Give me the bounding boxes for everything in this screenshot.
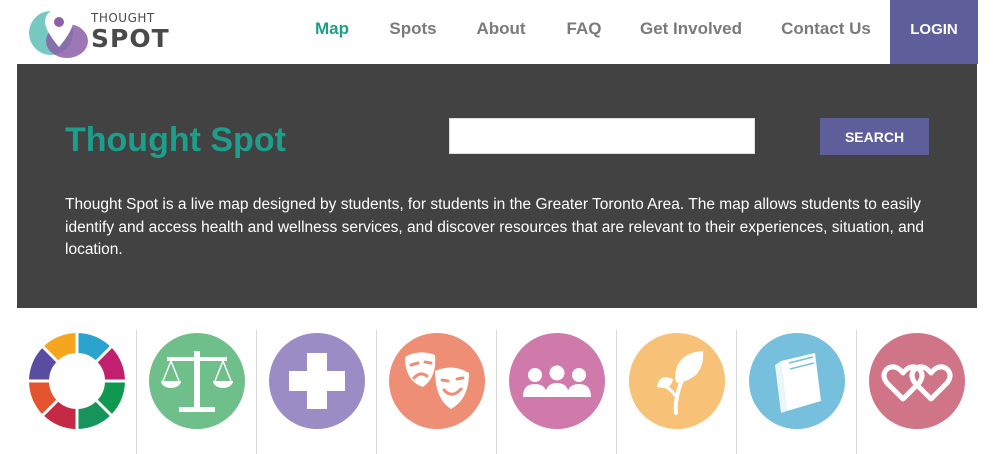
people-group-icon bbox=[509, 333, 605, 429]
leaf-sprout-icon bbox=[629, 333, 725, 429]
nav-faq[interactable]: FAQ bbox=[560, 0, 608, 64]
nav-map[interactable]: Map bbox=[294, 0, 370, 69]
scales-icon bbox=[149, 333, 245, 429]
medical-cross-icon bbox=[269, 333, 365, 429]
logo[interactable]: THOUGHT SPOT bbox=[28, 3, 170, 61]
category-arts[interactable] bbox=[377, 330, 497, 454]
logo-line2: SPOT bbox=[91, 24, 170, 53]
search-input[interactable] bbox=[449, 118, 755, 154]
search-button[interactable]: SEARCH bbox=[820, 118, 929, 155]
category-education[interactable] bbox=[737, 330, 857, 454]
book-icon bbox=[749, 333, 845, 429]
nav-contact-us[interactable]: Contact Us bbox=[774, 0, 878, 64]
category-community[interactable] bbox=[497, 330, 617, 454]
site-header: THOUGHT SPOT Map Spots About FAQ Get Inv… bbox=[0, 0, 1001, 69]
page-title: Thought Spot bbox=[65, 121, 286, 159]
category-all[interactable] bbox=[17, 330, 137, 454]
hero-panel: Thought Spot SEARCH Thought Spot is a li… bbox=[17, 64, 977, 308]
category-row bbox=[17, 330, 977, 454]
category-health[interactable] bbox=[257, 330, 377, 454]
login-button[interactable]: LOGIN bbox=[890, 0, 978, 64]
color-wheel-icon bbox=[29, 333, 125, 429]
nav-spots[interactable]: Spots bbox=[382, 0, 444, 64]
category-legal[interactable] bbox=[137, 330, 257, 454]
hearts-icon bbox=[869, 333, 965, 429]
logo-pin-icon bbox=[29, 9, 88, 58]
category-environment[interactable] bbox=[617, 330, 737, 454]
category-relationships[interactable] bbox=[857, 330, 977, 454]
theater-masks-icon bbox=[389, 333, 485, 429]
nav-about[interactable]: About bbox=[468, 0, 534, 64]
logo-wordmark: THOUGHT SPOT bbox=[91, 12, 170, 53]
nav-get-involved[interactable]: Get Involved bbox=[634, 0, 748, 64]
hero-description: Thought Spot is a live map designed by s… bbox=[65, 196, 925, 258]
